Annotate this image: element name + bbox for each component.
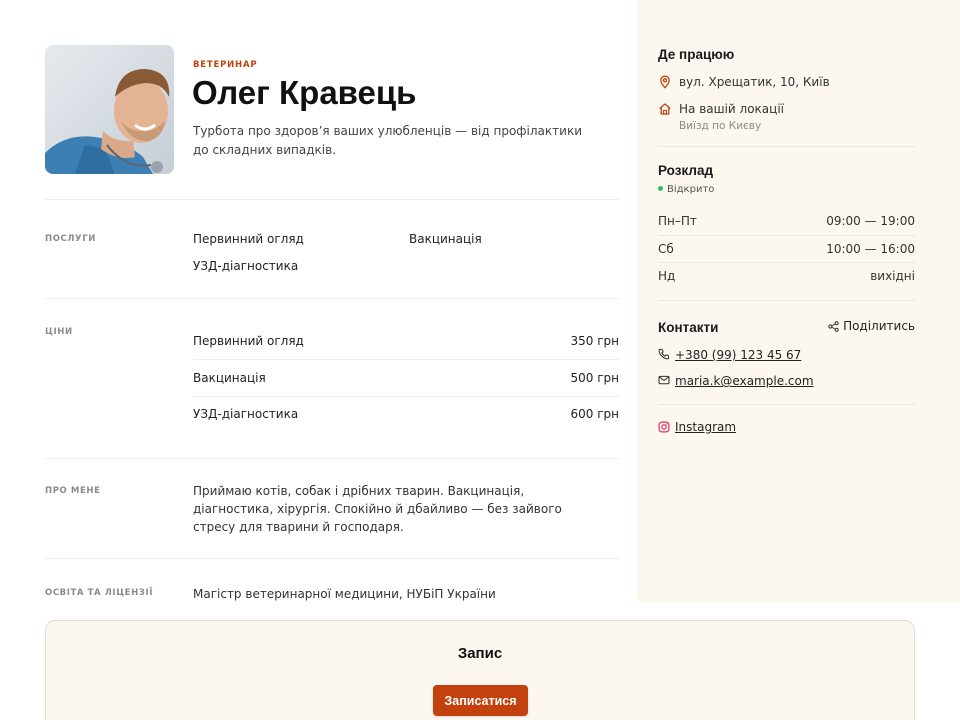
divider [658, 404, 915, 405]
mail-icon [658, 374, 670, 386]
schedule-day: Сб [658, 242, 674, 256]
price-row: Первинний огляд 350 грн [193, 326, 619, 356]
book-appointment-button[interactable]: Записатися [433, 685, 528, 716]
divider [658, 262, 915, 263]
price-value: 600 грн [570, 407, 620, 421]
open-status-dot [658, 186, 663, 191]
profile-name: Олег Кравець [192, 74, 417, 111]
share-button[interactable]: Поділитись [828, 319, 915, 333]
address-text: вул. Хрещатик, 10, Київ [679, 75, 830, 89]
schedule-title: Розклад [658, 163, 714, 178]
map-pin-icon [658, 75, 672, 89]
service-item: УЗД-діагностика [193, 259, 299, 273]
where-title: Де працюю [658, 47, 735, 62]
booking-title: Запис [457, 645, 503, 662]
divider [45, 199, 619, 200]
divider [45, 458, 619, 459]
profile-role: ВЕТЕРИНАР [193, 60, 258, 70]
price-service-name: УЗД-діагностика [193, 407, 299, 421]
divider [193, 396, 619, 397]
contacts-title: Контакти [658, 320, 719, 335]
about-label: ПРО МЕНЕ [45, 486, 101, 496]
booking-card: Запис Записатися [45, 620, 915, 720]
info-sidebar: Де працюю вул. Хрещатик, 10, Київ На ваш… [637, 0, 960, 602]
price-service-name: Вакцинація [193, 371, 266, 385]
open-status-text: Відкрито [667, 184, 715, 195]
share-label: Поділитись [843, 319, 915, 333]
price-service-name: Первинний огляд [193, 334, 304, 348]
education-label: ОСВІТА ТА ЛІЦЕНЗІЇ [45, 588, 153, 598]
vet-photo-illustration [45, 45, 174, 174]
services-label: ПОСЛУГИ [45, 234, 96, 244]
divider [45, 298, 619, 299]
schedule-hours: вихідні [870, 269, 915, 283]
divider [658, 300, 915, 301]
price-value: 350 грн [570, 334, 620, 348]
price-row: Вакцинація 500 грн [193, 363, 619, 393]
instagram-icon [658, 421, 670, 433]
service-item: Первинний огляд [193, 232, 304, 246]
instagram-link[interactable]: Instagram [675, 420, 736, 434]
divider [193, 359, 619, 360]
education-text: Магістр ветеринарної медицини, НУБіП Укр… [193, 587, 496, 601]
prices-label: ЦІНИ [45, 327, 73, 337]
home-visit-subtext: Виїзд по Києву [679, 120, 762, 132]
home-icon [658, 102, 672, 116]
vet-photo [45, 45, 174, 174]
about-text: Приймаю котів, собак і дрібних тварин. В… [193, 484, 562, 534]
divider [45, 558, 619, 559]
schedule-hours: 09:00 — 19:00 [826, 214, 915, 228]
price-row: УЗД-діагностика 600 грн [193, 399, 619, 429]
service-item: Вакцинація [409, 232, 482, 246]
schedule-day: Нд [658, 269, 676, 283]
profile-tagline: Турбота про здоров’я ваших улюбленців — … [193, 124, 582, 157]
share-icon [828, 320, 839, 332]
divider [658, 235, 915, 236]
schedule-day: Пн–Пт [658, 214, 697, 228]
phone-icon [658, 348, 670, 360]
email-link[interactable]: maria.k@example.com [675, 374, 814, 388]
phone-link[interactable]: +380 (99) 123 45 67 [675, 348, 801, 362]
home-visit-text: На вашій локації [679, 102, 784, 116]
divider [658, 146, 915, 147]
schedule-hours: 10:00 — 16:00 [826, 242, 915, 256]
price-value: 500 грн [570, 371, 620, 385]
